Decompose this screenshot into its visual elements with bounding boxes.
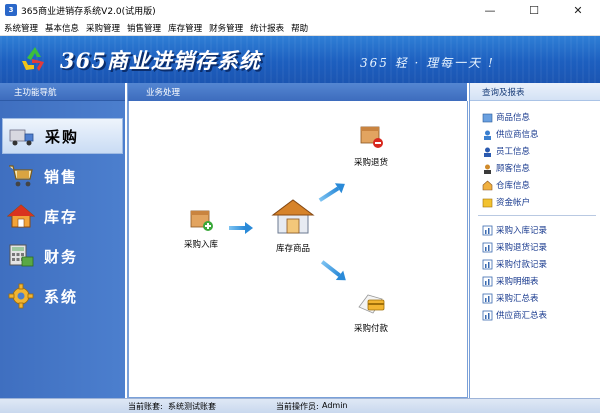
link-label: 供应商汇总表 — [496, 311, 548, 321]
sidebar-item-label: 库存 — [44, 207, 79, 226]
link-employee-info[interactable]: 员工信息 — [482, 144, 530, 158]
node-label: 库存商品 — [275, 244, 310, 254]
link-label: 供应商信息 — [496, 130, 539, 140]
report-icon — [482, 293, 493, 304]
account-value: 系统测试账套 — [168, 402, 216, 411]
menu-finance[interactable]: 财务管理 — [209, 22, 243, 34]
link-purchase-payment-record[interactable]: 采购付款记录 — [482, 257, 547, 271]
report-icon — [482, 225, 493, 236]
employee-icon — [482, 146, 493, 157]
gear-icon — [6, 281, 36, 311]
link-label: 员工信息 — [496, 147, 531, 157]
link-label: 采购汇总表 — [496, 294, 539, 304]
link-label: 采购退货记录 — [496, 243, 548, 253]
sidebar: 主功能导航 采购 销售 库存 财务 系统 — [0, 83, 125, 398]
sidebar-item-label: 系统 — [44, 287, 79, 306]
status-bar: 当前账套: 系统测试账套 当前操作员: Admin — [0, 398, 600, 413]
window-title: 365商业进销存系统V2.0(试用版) — [21, 6, 156, 17]
truck-icon — [7, 121, 37, 151]
link-label: 顾客信息 — [496, 164, 531, 174]
account-label: 当前账套: — [128, 402, 163, 411]
sidebar-item-label: 销售 — [44, 167, 79, 186]
query-panel: 查询及报表 商品信息 供应商信息 员工信息 顾客信息 仓库信息 资金帐户 采购入… — [469, 83, 600, 398]
menu-inventory[interactable]: 库存管理 — [168, 22, 202, 34]
close-button[interactable]: ✕ — [556, 0, 600, 20]
link-goods-info[interactable]: 商品信息 — [482, 110, 530, 124]
business-panel-header: 业务处理 — [128, 83, 467, 101]
link-warehouse-info[interactable]: 仓库信息 — [482, 178, 530, 192]
link-fund-account[interactable]: 资金帐户 — [482, 195, 530, 209]
node-purchase-payment[interactable]: 采购付款 — [343, 287, 399, 334]
arrow-to-payment-icon — [320, 260, 346, 281]
app-icon: 3 — [5, 4, 17, 16]
operator-value: Admin — [322, 401, 348, 410]
recycle-logo-icon — [22, 47, 44, 71]
link-label: 采购明细表 — [496, 277, 539, 287]
title-bar: 3 365商业进销存系统V2.0(试用版) — ☐ ✕ — [0, 0, 600, 20]
node-label: 采购退货 — [353, 158, 388, 168]
maximize-button[interactable]: ☐ — [512, 0, 556, 20]
sidebar-item-purchase[interactable]: 采购 — [2, 118, 123, 154]
operator-label: 当前操作员: — [276, 402, 319, 411]
cart-icon — [6, 161, 36, 191]
supplier-icon — [482, 129, 493, 140]
link-label: 采购入库记录 — [496, 226, 548, 236]
link-label: 仓库信息 — [496, 181, 531, 191]
node-label: 采购入库 — [183, 240, 218, 250]
menu-system[interactable]: 系统管理 — [4, 22, 38, 34]
node-purchase-in[interactable]: 采购入库 — [173, 205, 229, 250]
business-panel: 业务处理 采购入库 库存商品 采购退货 采购付款 — [127, 83, 468, 398]
sidebar-item-sales[interactable]: 销售 — [2, 158, 123, 194]
link-purchase-summary[interactable]: 采购汇总表 — [482, 291, 539, 305]
house-icon — [6, 201, 36, 231]
link-supplier-info[interactable]: 供应商信息 — [482, 127, 539, 141]
minimize-button[interactable]: — — [468, 0, 512, 20]
arrow-to-inventory-icon — [229, 222, 253, 234]
menu-sales[interactable]: 销售管理 — [127, 22, 161, 34]
menu-bar: 系统管理 基本信息 采购管理 销售管理 库存管理 财务管理 统计报表 帮助 — [0, 20, 600, 36]
report-icon — [482, 276, 493, 287]
node-purchase-return[interactable]: 采购退货 — [343, 121, 399, 168]
query-panel-header: 查询及报表 — [470, 83, 600, 101]
customer-icon — [482, 163, 493, 174]
banner-title: 365商业进销存系统 — [60, 48, 261, 73]
divider — [478, 215, 596, 216]
sidebar-item-label: 财务 — [44, 247, 79, 266]
sidebar-item-system[interactable]: 系统 — [2, 278, 123, 314]
account-icon — [482, 197, 493, 208]
sidebar-header: 主功能导航 — [0, 83, 125, 101]
link-purchase-return-record[interactable]: 采购退货记录 — [482, 240, 547, 254]
menu-help[interactable]: 帮助 — [291, 22, 308, 34]
link-customer-info[interactable]: 顾客信息 — [482, 161, 530, 175]
link-purchase-detail[interactable]: 采购明细表 — [482, 274, 539, 288]
link-supplier-summary[interactable]: 供应商汇总表 — [482, 308, 547, 322]
goods-icon — [482, 112, 493, 123]
box-remove-icon — [360, 126, 383, 148]
sidebar-item-label: 采购 — [45, 127, 80, 146]
payment-card-icon — [358, 294, 385, 314]
menu-reports[interactable]: 统计报表 — [250, 22, 284, 34]
box-add-icon — [190, 210, 213, 231]
sidebar-item-finance[interactable]: 财务 — [2, 238, 123, 274]
warehouse-icon — [482, 180, 493, 191]
link-label: 资金帐户 — [496, 198, 531, 208]
link-label: 商品信息 — [496, 113, 531, 123]
banner-slogan: 365 轻 · 理每一天 ! — [360, 56, 495, 70]
menu-purchase[interactable]: 采购管理 — [86, 22, 120, 34]
sidebar-item-inventory[interactable]: 库存 — [2, 198, 123, 234]
business-flow-area: 采购入库 库存商品 采购退货 采购付款 — [128, 101, 468, 398]
warehouse-house-icon — [271, 199, 315, 234]
node-label: 采购付款 — [353, 324, 388, 334]
calculator-icon — [6, 241, 36, 271]
link-purchase-in-record[interactable]: 采购入库记录 — [482, 223, 547, 237]
banner: 365商业进销存系统 365 轻 · 理每一天 ! — [0, 36, 600, 83]
menu-basic-info[interactable]: 基本信息 — [45, 22, 79, 34]
window-controls: — ☐ ✕ — [468, 0, 600, 20]
node-inventory[interactable]: 库存商品 — [263, 197, 323, 254]
report-icon — [482, 242, 493, 253]
report-icon — [482, 259, 493, 270]
link-label: 采购付款记录 — [496, 260, 548, 270]
report-icon — [482, 310, 493, 321]
